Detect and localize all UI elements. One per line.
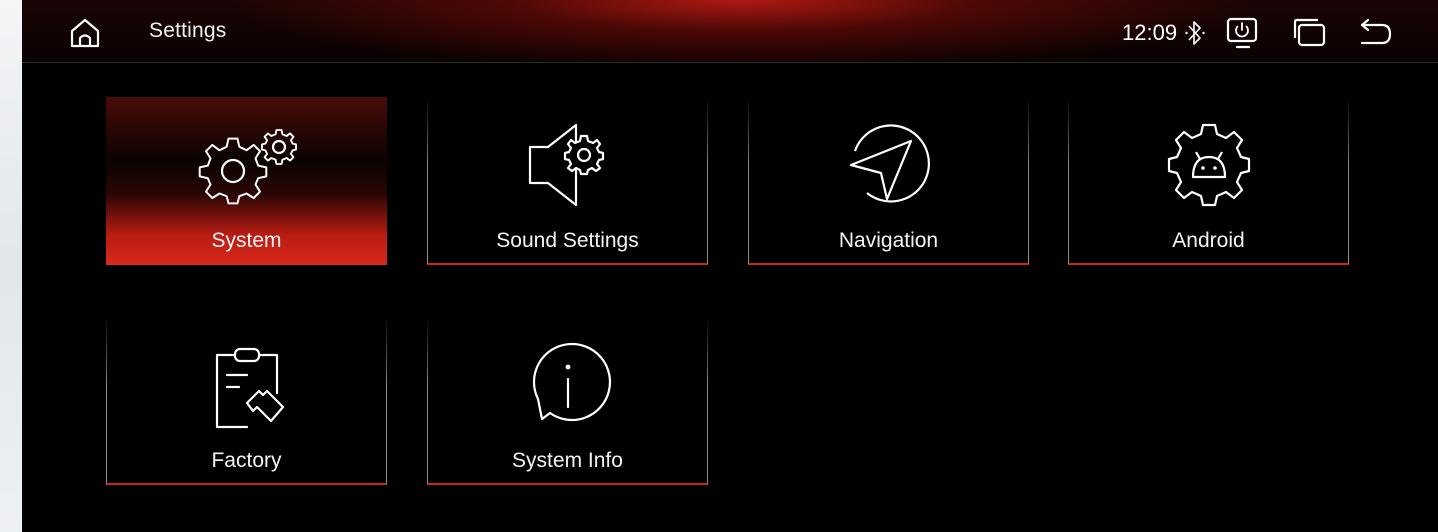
clock: 12:09 (1122, 20, 1178, 45)
tile-system-info[interactable]: System Info (427, 317, 708, 485)
home-icon[interactable] (68, 16, 102, 50)
tile-label: Factory (211, 449, 282, 472)
tile-label: Navigation (838, 229, 939, 252)
clipboard-wrench-icon (187, 341, 307, 429)
back-icon[interactable] (1356, 16, 1394, 50)
android-gear-icon (1149, 121, 1269, 209)
page-title: Settings (149, 19, 227, 42)
gears-icon (187, 121, 307, 209)
settings-screen: Settings 12:09 System Sound Settings Nav… (22, 0, 1438, 532)
tile-sound-settings[interactable]: Sound Settings (427, 97, 708, 265)
navigation-arrow-icon (829, 121, 949, 209)
tile-factory[interactable]: Factory (106, 317, 387, 485)
device-bezel (0, 0, 22, 532)
status-bar: Settings 12:09 (22, 0, 1438, 63)
bluetooth-icon (1184, 18, 1206, 48)
multi-window-icon[interactable] (1290, 16, 1328, 50)
tile-label: Sound Settings (496, 229, 639, 252)
tile-system[interactable]: System (106, 97, 387, 265)
screen-power-icon[interactable] (1224, 16, 1262, 50)
tile-navigation[interactable]: Navigation (748, 97, 1029, 265)
tile-label: System (211, 229, 282, 252)
tile-label: System Info (512, 449, 623, 472)
tile-label: Android (1172, 229, 1245, 252)
tile-android[interactable]: Android (1068, 97, 1349, 265)
speaker-gear-icon (508, 121, 628, 209)
info-bubble-icon (508, 341, 628, 429)
